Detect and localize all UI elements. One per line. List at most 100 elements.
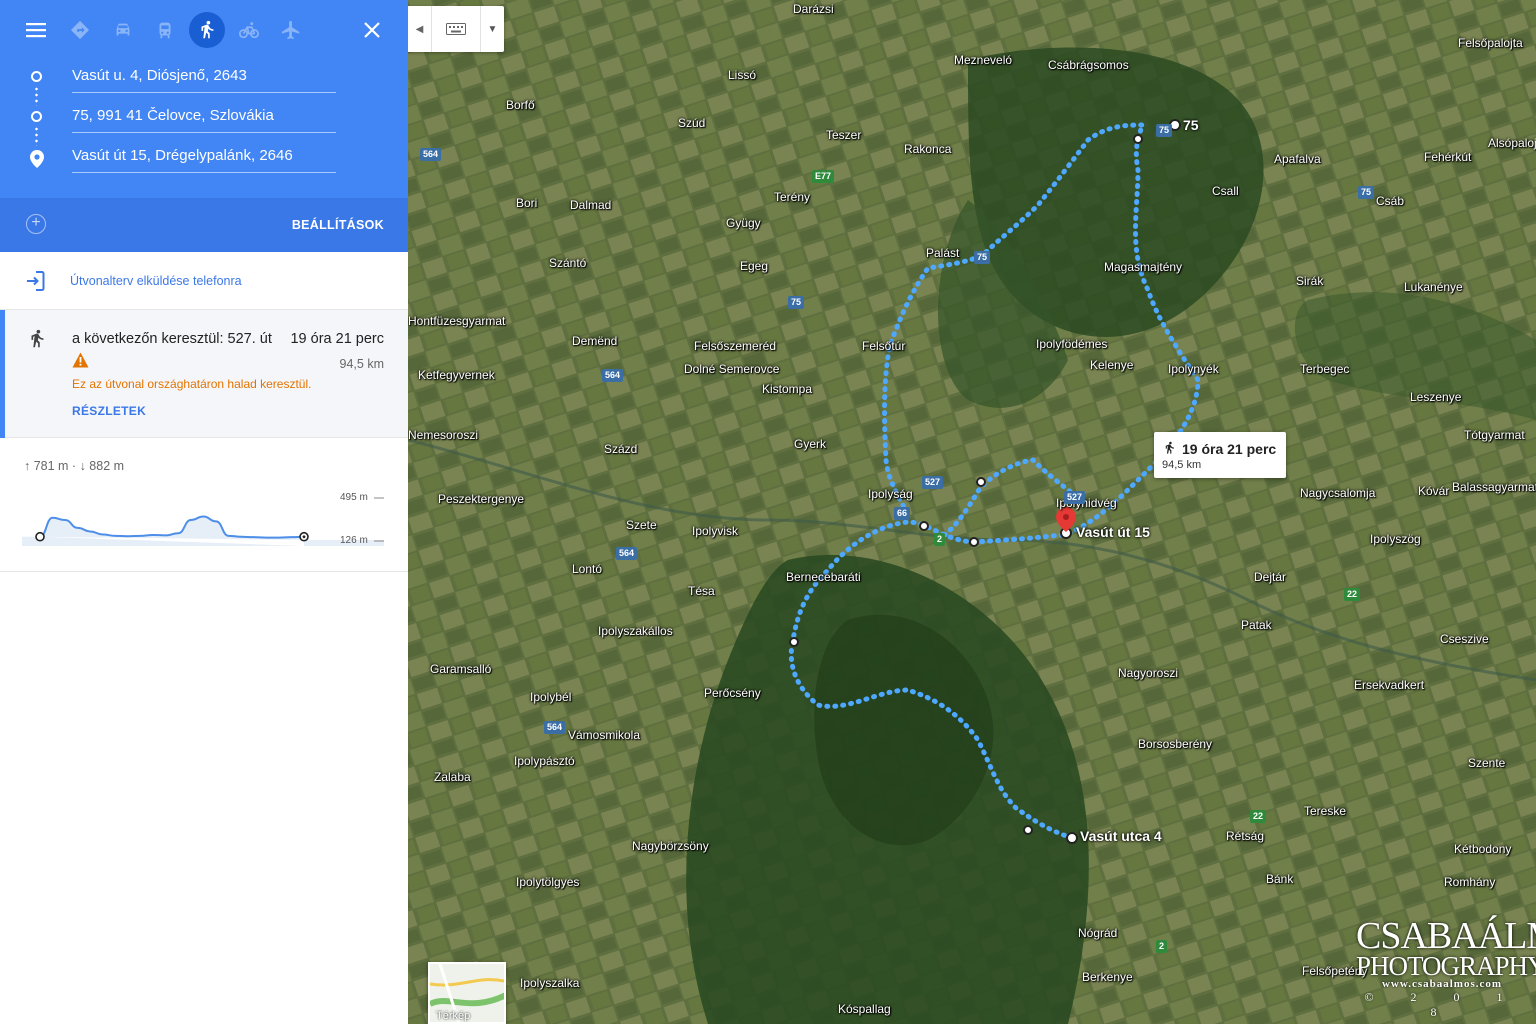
place-label: Ipolyvisk — [692, 524, 739, 538]
place-label: Balassagyarmat — [1452, 480, 1536, 494]
place-label: Teszer — [826, 128, 862, 142]
close-icon — [364, 22, 380, 38]
place-label: Egeg — [740, 259, 769, 273]
warning-icon — [72, 352, 89, 368]
place-label: Terény — [774, 190, 811, 204]
place-label: Fehérkút — [1424, 150, 1472, 164]
walk-icon — [201, 20, 214, 39]
road-shield: 75 — [1156, 124, 1173, 137]
place-label: Ipolyság — [868, 487, 913, 501]
place-label: Gyügy — [726, 216, 761, 230]
place-label: Magasmajtény — [1104, 260, 1183, 274]
place-label: Kóvár — [1418, 484, 1450, 498]
mode-car-button[interactable] — [105, 12, 141, 48]
road-shield: E77 — [812, 170, 835, 183]
waypoint-origin-icon — [31, 71, 42, 82]
place-label: Dejtár — [1254, 570, 1287, 584]
place-label: Ipolyszög — [1370, 532, 1421, 546]
place-label: Palást — [926, 246, 960, 260]
place-label: Mezneveló — [954, 53, 1013, 67]
route-info-bubble[interactable]: 19 óra 21 perc 94,5 km — [1154, 432, 1286, 478]
place-label: Csáb — [1376, 194, 1405, 208]
waypoint-row-end: Vasút út 15, Drégelypalánk, 2646 — [0, 138, 408, 178]
place-label: Tótgyarmat — [1464, 428, 1525, 442]
mode-transit-button[interactable] — [147, 12, 183, 48]
close-directions-button[interactable] — [356, 14, 388, 46]
place-label: Lissó — [728, 68, 757, 82]
place-label: Kelenye — [1090, 358, 1134, 372]
mode-walk-button[interactable] — [189, 12, 225, 48]
input-tools-dropdown[interactable]: ▼ — [480, 6, 504, 52]
place-label: Ipolyszakállos — [598, 624, 673, 638]
waypoint-end-input[interactable]: Vasút út 15, Drégelypalánk, 2646 — [72, 147, 336, 173]
send-to-phone-row[interactable]: Útvonalterv elküldése telefonra — [0, 252, 408, 310]
bike-icon — [239, 22, 259, 39]
waypoint-via-input[interactable]: 75, 991 41 Čelovce, Szlovákia — [72, 107, 336, 133]
elevation-max-label: 495 m — [340, 492, 368, 503]
route-option-card[interactable]: a következőn keresztül: 527. út 19 óra 2… — [0, 310, 408, 438]
place-label: Kistompa — [762, 382, 813, 396]
place-label: Csábrágsomos — [1048, 58, 1129, 72]
place-label: Kétbodony — [1454, 842, 1512, 856]
place-label: Nagybörzsöny — [632, 839, 709, 853]
place-label: Felsőtúr — [862, 339, 906, 353]
place-label: Kóspallag — [838, 1002, 891, 1016]
mode-best-button[interactable] — [62, 12, 98, 48]
route-via: a következőn keresztül: 527. út — [72, 331, 272, 347]
walk-icon — [31, 329, 44, 348]
collapse-panel-button[interactable]: ◀ — [408, 6, 432, 52]
place-label: Ersekvadkert — [1354, 678, 1425, 692]
directions-icon — [70, 20, 90, 40]
input-tools-button[interactable] — [432, 6, 480, 52]
place-label: Sirák — [1296, 274, 1324, 288]
place-label: Ketfegyvernek — [418, 368, 495, 382]
place-label: Rakonca — [904, 142, 952, 156]
watermark-name: CSABAÁLMOS — [1356, 915, 1536, 957]
waypoint-start-input[interactable]: Vasút u. 4, Diósjenő, 2643 — [72, 67, 336, 93]
place-label: Bori — [516, 196, 538, 210]
add-destination-button[interactable]: + — [26, 214, 46, 234]
options-button[interactable]: BEÁLLÍTÁSOK — [292, 218, 384, 232]
keyboard-icon — [446, 23, 466, 35]
place-label: Berkenye — [1082, 970, 1133, 984]
elevation-min-label: 126 m — [340, 535, 368, 546]
place-label: Perőcsény — [704, 686, 761, 700]
satellite-map[interactable]: Darázsi Lissó Mezneveló Csábrágsomos Fel… — [408, 0, 1536, 1024]
place-label: Szete — [626, 518, 657, 532]
menu-icon — [26, 23, 46, 38]
mode-flight-button[interactable] — [273, 12, 309, 48]
road-shield: 2 — [934, 533, 946, 546]
route-distance: 94,5 km — [339, 357, 384, 371]
place-label: Hontfüzesgyarmat — [408, 314, 506, 328]
map-control-group: ◀ ▼ — [408, 6, 504, 52]
place-label: Tereske — [1304, 804, 1347, 818]
menu-button[interactable] — [20, 14, 52, 46]
place-label: Nemesoroszi — [408, 428, 479, 442]
place-label: Alsópalojta — [1488, 136, 1536, 150]
details-button[interactable]: RÉSZLETEK — [72, 404, 146, 418]
watermark-subtitle: PHOTOGRAPHY — [1356, 951, 1536, 981]
place-label: Zalaba — [434, 770, 471, 784]
place-label: Darázsi — [793, 2, 834, 16]
elevation-section: ↑ 781 m · ↓ 882 m 495 m 126 m — [0, 438, 408, 572]
place-label: Szántó — [549, 256, 587, 270]
place-label: Ipolytölgyes — [516, 875, 580, 889]
road-shield: 75 — [974, 251, 991, 264]
road-shield: 75 — [1358, 186, 1375, 199]
waypoint-via-icon — [31, 111, 42, 122]
directions-header: Vasút u. 4, Diósjenő, 2643 75, 991 41 Če… — [0, 0, 408, 198]
flight-icon — [281, 20, 300, 40]
place-label: Nagycsalomja — [1300, 486, 1376, 500]
place-label: Borfő — [506, 98, 535, 112]
satellite-imagery — [408, 0, 1536, 1024]
car-icon — [116, 23, 130, 36]
road-shield: 66 — [894, 507, 911, 520]
mode-bike-button[interactable] — [231, 12, 267, 48]
place-label: Garamsalló — [430, 662, 492, 676]
place-label: Patak — [1241, 618, 1272, 632]
send-to-phone-link[interactable]: Útvonalterv elküldése telefonra — [70, 274, 242, 288]
walk-icon — [1165, 441, 1174, 454]
watermark-year: © 2 0 1 8 — [1364, 990, 1520, 1019]
place-label: Bánk — [1266, 872, 1294, 886]
layer-switcher[interactable]: Térkép — [428, 962, 506, 1024]
